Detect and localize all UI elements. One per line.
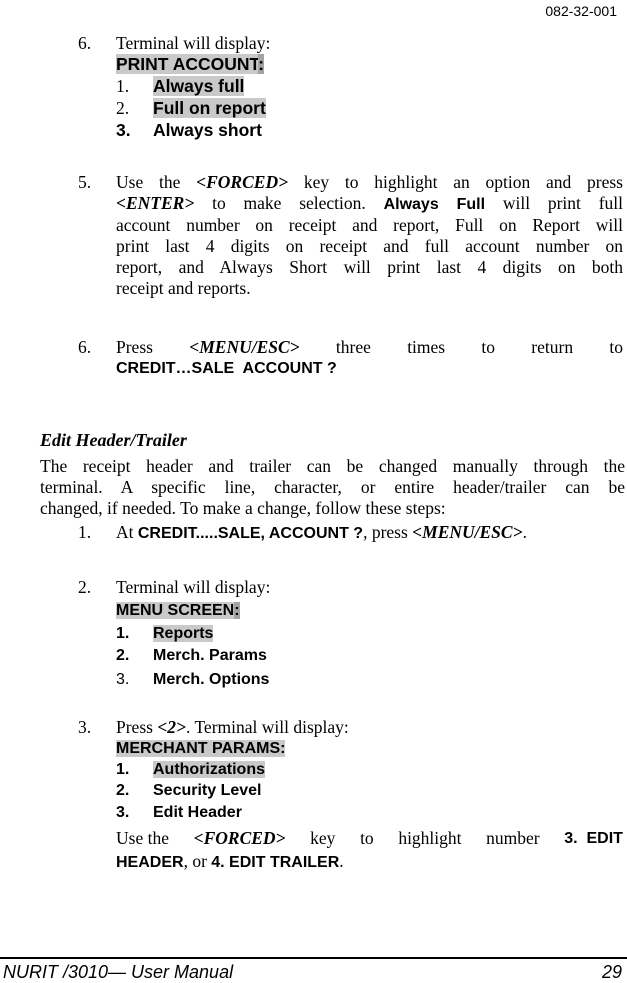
menu-option-ref: 3. EDIT bbox=[564, 830, 623, 847]
terminal-screen-title: MENU SCREEN: bbox=[116, 602, 240, 620]
terminal-option: Edit Header bbox=[153, 804, 242, 821]
text: three bbox=[335, 337, 371, 357]
text: highlight bbox=[398, 828, 462, 848]
key-name: <FORCED> bbox=[196, 172, 289, 192]
text: return bbox=[531, 337, 574, 357]
step-paragraph: Use the <FORCED> key to highlight an opt… bbox=[116, 172, 623, 299]
terminal-option: Merch. Params bbox=[153, 647, 267, 664]
text: . bbox=[522, 522, 527, 542]
paragraph-line: Use the <FORCED> key to highlight an opt… bbox=[116, 172, 623, 193]
option-number: 1. bbox=[116, 76, 130, 96]
screen-title-colon: : bbox=[258, 54, 265, 74]
step-line: Press <MENU/ESC> three times to return t… bbox=[116, 337, 623, 358]
text: will print full bbox=[485, 193, 623, 213]
option-number: 2. bbox=[116, 98, 130, 118]
screen-title-text: PRINT ACCOUNT bbox=[116, 54, 259, 74]
text: Press bbox=[116, 717, 158, 737]
paragraph-line: receipt and reports. bbox=[116, 278, 251, 298]
option-number: 2. bbox=[116, 782, 130, 799]
screen-title-colon: : bbox=[234, 602, 240, 619]
option-label: Authorizations bbox=[153, 761, 265, 778]
terminal-prompt: CREDIT.....SALE, ACCOUNT ? bbox=[137, 525, 364, 542]
step-number: 2. bbox=[78, 577, 92, 597]
menu-option-ref: 4. EDIT TRAILER bbox=[211, 854, 340, 871]
key-name: <ENTER> bbox=[116, 193, 195, 213]
terminal-option: Security Level bbox=[153, 782, 262, 799]
paragraph-line: The receipt header and trailer can be ch… bbox=[40, 456, 625, 476]
text: , or bbox=[183, 851, 212, 871]
option-name: Always Full bbox=[383, 196, 486, 213]
text: Use the bbox=[116, 828, 169, 848]
terminal-screen-title: PRINT ACCOUNT: bbox=[116, 54, 265, 75]
screen-title-text: MERCHANT PARAMS: bbox=[116, 740, 286, 757]
key-name: <FORCED> bbox=[193, 828, 286, 848]
option-number: 2. bbox=[116, 647, 130, 664]
terminal-option: Full on report bbox=[153, 98, 266, 119]
paragraph-line: changed, if needed. To make a change, fo… bbox=[40, 498, 446, 518]
option-label: Full on report bbox=[153, 98, 266, 118]
footer-title: NURIT /3010— User Manual bbox=[3, 962, 234, 982]
step-text: At CREDIT.....SALE, ACCOUNT ?, press <ME… bbox=[116, 522, 527, 544]
option-number: 3. bbox=[116, 804, 130, 821]
paragraph-line: <ENTER> to make selection. Always Full w… bbox=[116, 193, 623, 215]
text: to bbox=[481, 337, 496, 357]
text: key to highlight an option and press bbox=[288, 172, 623, 192]
step-text: Terminal will display: bbox=[116, 577, 271, 597]
paragraph-line: report, and Always Short will print last… bbox=[116, 257, 623, 277]
text: Press bbox=[116, 337, 153, 357]
terminal-option: Always short bbox=[153, 120, 262, 140]
paragraph-line: terminal. A specific line, character, or… bbox=[40, 477, 625, 497]
paragraph-line: account number on receipt and report, Fu… bbox=[116, 215, 623, 235]
option-number: 1. bbox=[116, 761, 130, 778]
section-paragraph: The receipt header and trailer can be ch… bbox=[40, 456, 625, 519]
key-name: <MENU/ESC> bbox=[189, 337, 300, 357]
key-name: <2> bbox=[157, 717, 187, 737]
step-text: Terminal will display: bbox=[116, 33, 271, 53]
option-label: Always full bbox=[153, 76, 245, 96]
text: to bbox=[360, 828, 374, 848]
step-number: 6. bbox=[78, 33, 92, 53]
terminal-prompt: CREDIT…SALE ACCOUNT ? bbox=[116, 360, 337, 377]
option-label: Reports bbox=[153, 625, 214, 642]
menu-option-ref: HEADER bbox=[116, 854, 184, 871]
step-number: 3. bbox=[78, 717, 92, 737]
text: to make selection. bbox=[194, 193, 384, 213]
terminal-option: Merch. Options bbox=[153, 671, 270, 688]
option-number: 3. bbox=[116, 120, 131, 140]
section-heading: Edit Header/Trailer bbox=[40, 430, 187, 450]
step-text: Press <2>. Terminal will display: bbox=[116, 717, 349, 738]
step-line: HEADER, or 4. EDIT TRAILER. bbox=[116, 851, 344, 873]
text: , press bbox=[363, 522, 413, 542]
terminal-option: Authorizations bbox=[153, 761, 265, 779]
text: At bbox=[116, 522, 138, 542]
text: Use the bbox=[116, 172, 197, 192]
paragraph-line: print last 4 digits on receipt and full … bbox=[116, 236, 623, 256]
text: to bbox=[609, 337, 623, 357]
step-number: 1. bbox=[78, 522, 92, 542]
page-number: 29 bbox=[601, 962, 622, 982]
step-line: Use the <FORCED> key to highlight number… bbox=[116, 828, 623, 849]
text: times bbox=[407, 337, 446, 357]
screen-title-text: MENU SCREEN bbox=[116, 602, 235, 619]
text: key bbox=[310, 828, 336, 848]
step-number: 6. bbox=[78, 337, 92, 357]
text: number bbox=[486, 828, 540, 848]
terminal-option: Always full bbox=[153, 76, 245, 97]
terminal-option: Reports bbox=[153, 625, 214, 643]
option-number: 1. bbox=[116, 625, 130, 642]
terminal-screen-title: MERCHANT PARAMS: bbox=[116, 740, 286, 758]
text: . Terminal will display: bbox=[186, 717, 349, 737]
document-number: 082-32-001 bbox=[545, 3, 617, 19]
step-number: 5. bbox=[78, 172, 92, 192]
footer-rule bbox=[0, 957, 627, 959]
key-name: <MENU/ESC> bbox=[412, 522, 523, 542]
option-number: 3. bbox=[116, 671, 130, 688]
text: . bbox=[339, 851, 344, 871]
